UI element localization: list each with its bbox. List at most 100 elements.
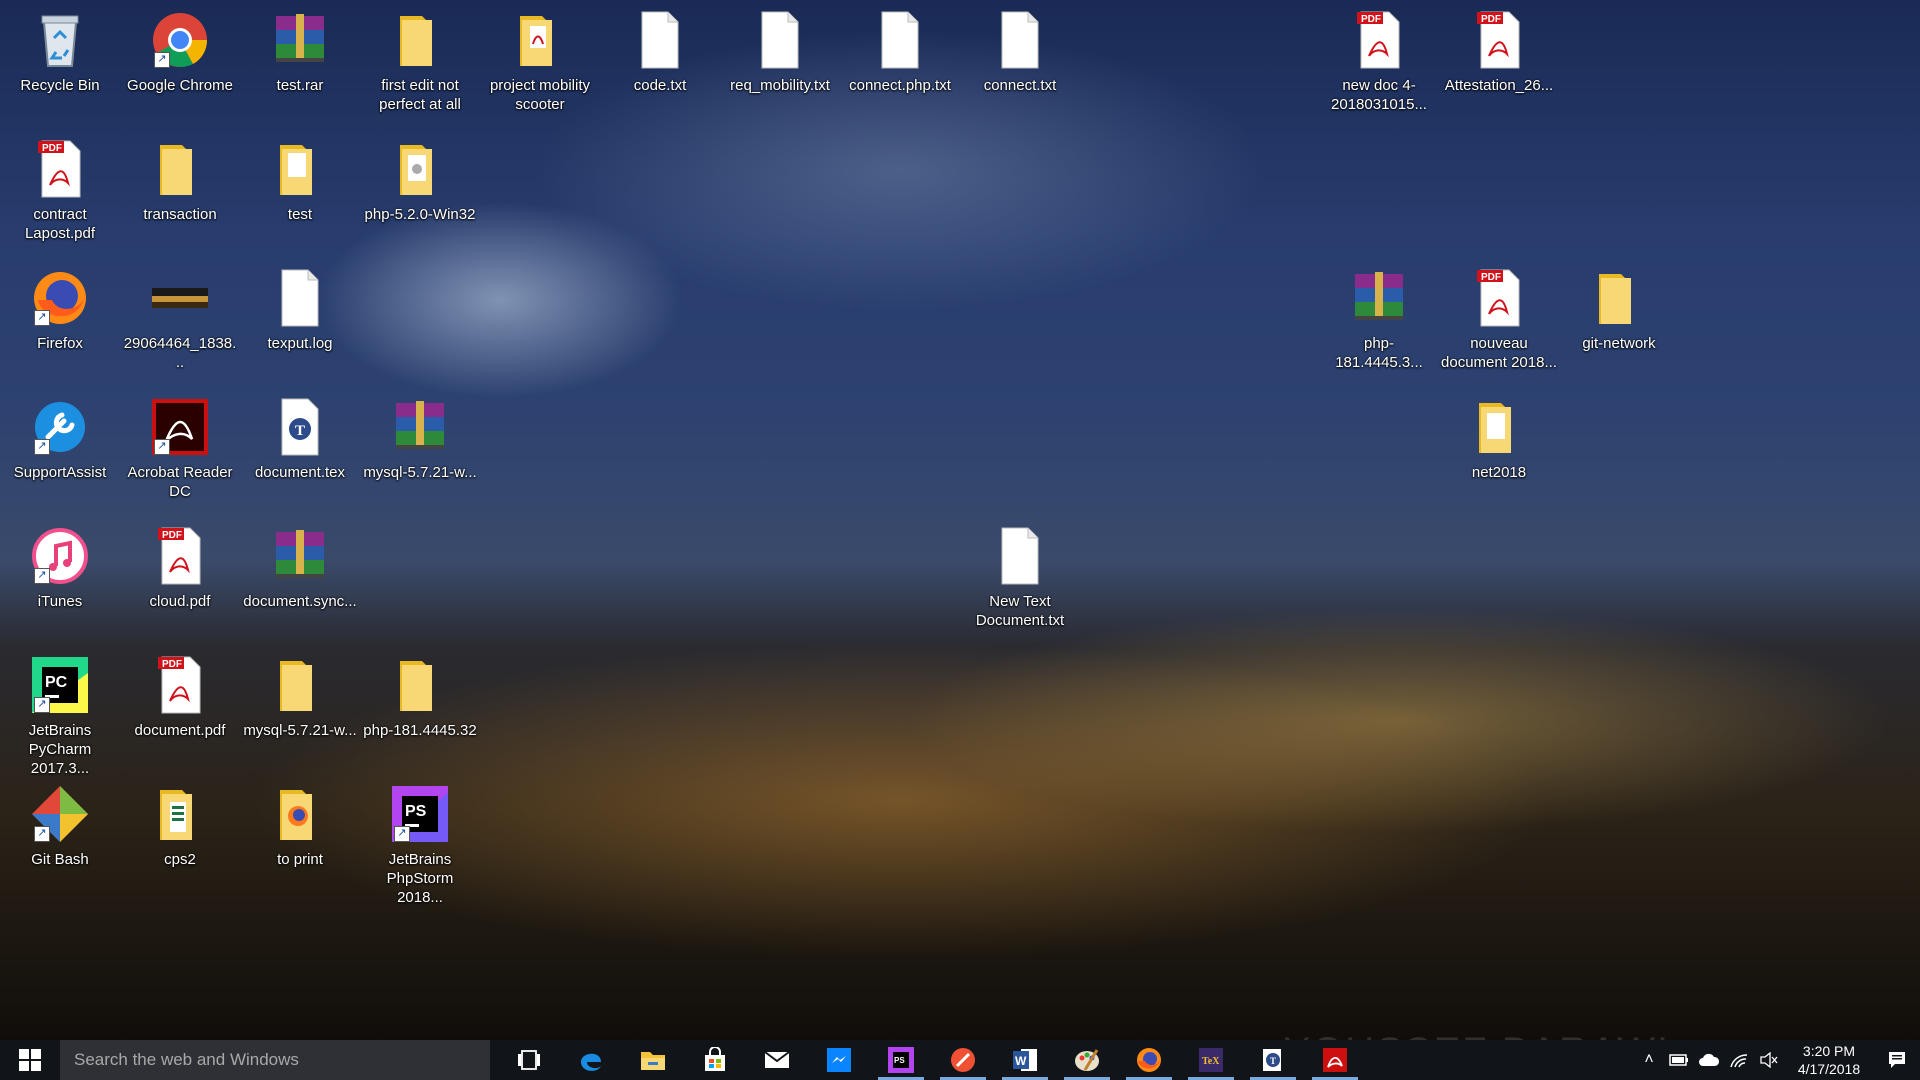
rar-archive-icon [388, 395, 452, 459]
folder-icon [388, 8, 452, 72]
code-txt-file[interactable]: code.txt [602, 8, 718, 95]
taskbar-file-explorer[interactable] [622, 1040, 684, 1080]
text-file-icon [868, 8, 932, 72]
folder-icon [1467, 395, 1531, 459]
document-pdf-file[interactable]: PDF document.pdf [122, 653, 238, 740]
recycle-bin-icon [28, 8, 92, 72]
folder-icon [268, 782, 332, 846]
acrobat-icon: ↗ [148, 395, 212, 459]
project-mobility-folder[interactable]: project mobility scooter [482, 8, 598, 114]
new-doc-pdf-file[interactable]: PDF new doc 4-2018031015... [1321, 8, 1437, 114]
acrobat-label: Acrobat Reader DC [127, 464, 233, 500]
image-label: 29064464_1838... [123, 335, 237, 371]
task-view-button[interactable] [498, 1040, 560, 1080]
php520-folder[interactable]: php-5.2.0-Win32 [362, 137, 478, 224]
mysql-rar-file[interactable]: mysql-5.7.21-w... [362, 395, 478, 482]
itunes-shortcut[interactable]: ↗ iTunes [2, 524, 118, 611]
google-chrome-shortcut[interactable]: ↗ Google Chrome [122, 8, 238, 95]
transaction-folder[interactable]: transaction [122, 137, 238, 224]
mysql-folder-label: mysql-5.7.21-w... [243, 722, 357, 739]
supportassist-label: SupportAssist [13, 464, 107, 481]
messenger-icon [827, 1048, 851, 1072]
contract-pdf-file[interactable]: PDF contract Lapost.pdf [2, 137, 118, 243]
git-network-folder[interactable]: git-network [1561, 266, 1677, 353]
rar-archive-icon [268, 524, 332, 588]
taskbar-paint[interactable] [1056, 1040, 1118, 1080]
svg-text:PDF: PDF [1361, 14, 1381, 25]
taskbar-edge[interactable] [560, 1040, 622, 1080]
start-button[interactable] [0, 1040, 60, 1080]
show-hidden-icons-button[interactable]: ˄ [1634, 1040, 1664, 1080]
pdf-icon: PDF [1467, 8, 1531, 72]
code-txt-label: code.txt [633, 77, 687, 94]
taskbar-firefox[interactable] [1118, 1040, 1180, 1080]
taskbar-acrobat[interactable] [1304, 1040, 1366, 1080]
taskbar-word[interactable]: W [994, 1040, 1056, 1080]
battery-button[interactable] [1664, 1040, 1694, 1080]
clock[interactable]: 3:20 PM 4/17/2018 [1784, 1042, 1874, 1078]
search-box[interactable]: Search the web and Windows [60, 1040, 490, 1080]
folder-icon [388, 137, 452, 201]
chevron-up-icon: ˄ [1644, 1051, 1654, 1068]
volume-muted-icon [1760, 1052, 1778, 1068]
network-button[interactable] [1724, 1040, 1754, 1080]
recycle-bin-label: Recycle Bin [20, 77, 100, 94]
phpstorm-shortcut[interactable]: PS ↗ JetBrains PhpStorm 2018... [362, 782, 478, 907]
test-folder[interactable]: test [242, 137, 358, 224]
firefox-shortcut[interactable]: ↗ Firefox [2, 266, 118, 353]
taskbar-messenger[interactable] [808, 1040, 870, 1080]
document-sync-label: document.sync... [243, 593, 357, 610]
text-file-icon [628, 8, 692, 72]
taskbar-store[interactable] [684, 1040, 746, 1080]
test-label: test [287, 206, 313, 223]
taskbar-tex[interactable]: TeX [1180, 1040, 1242, 1080]
mysql-folder[interactable]: mysql-5.7.21-w... [242, 653, 358, 740]
php181-folder[interactable]: php-181.4445.32 [362, 653, 478, 740]
firefox-icon: ↗ [28, 266, 92, 330]
rar-archive-icon [268, 8, 332, 72]
document-tex-file[interactable]: T document.tex [242, 395, 358, 482]
pdf-icon: PDF [148, 524, 212, 588]
pycharm-shortcut[interactable]: PC ↗ JetBrains PyCharm 2017.3... [2, 653, 118, 778]
svg-text:PS: PS [894, 1056, 905, 1065]
req-mobility-file[interactable]: req_mobility.txt [722, 8, 838, 95]
first-edit-folder[interactable]: first edit not perfect at all [362, 8, 478, 114]
svg-text:W: W [1015, 1054, 1027, 1068]
nouveau-document-pdf-file[interactable]: PDF nouveau document 2018... [1441, 266, 1557, 372]
new-text-document-file[interactable]: New Text Document.txt [962, 524, 1078, 630]
texput-log-file[interactable]: texput.log [242, 266, 358, 353]
taskbar-mail[interactable] [746, 1040, 808, 1080]
image-file[interactable]: 29064464_1838... [122, 266, 238, 372]
excel-folder-icon [148, 782, 212, 846]
document-sync-file[interactable]: document.sync... [242, 524, 358, 611]
volume-button[interactable] [1754, 1040, 1784, 1080]
taskbar-git[interactable] [932, 1040, 994, 1080]
php181-rar-file[interactable]: php-181.4445.3... [1321, 266, 1437, 372]
first-edit-label: first edit not perfect at all [379, 77, 461, 113]
attestation-pdf-file[interactable]: PDF Attestation_26... [1441, 8, 1557, 95]
git-icon [951, 1048, 975, 1072]
system-tray: ˄ 3:20 PM 4/17/2018 [1634, 1040, 1920, 1080]
desktop: Recycle Bin PDF contract Lapost.pdf ↗ Fi… [0, 0, 1920, 1040]
cps2-file[interactable]: cps2 [122, 782, 238, 869]
taskbar-phpstorm[interactable]: PS [870, 1040, 932, 1080]
net2018-folder[interactable]: net2018 [1441, 395, 1557, 482]
taskbar-texworks[interactable]: T [1242, 1040, 1304, 1080]
new-doc-label: new doc 4-2018031015... [1331, 77, 1427, 113]
folder-icon [268, 653, 332, 717]
git-bash-shortcut[interactable]: ↗ Git Bash [2, 782, 118, 869]
to-print-folder[interactable]: to print [242, 782, 358, 869]
document-tex-label: document.tex [254, 464, 346, 481]
recycle-bin-icon[interactable]: Recycle Bin [2, 8, 118, 95]
pdf-icon: PDF [1347, 8, 1411, 72]
action-center-button[interactable] [1874, 1051, 1920, 1069]
connect-php-file[interactable]: connect.php.txt [842, 8, 958, 95]
cloud-pdf-file[interactable]: PDF cloud.pdf [122, 524, 238, 611]
acrobat-shortcut[interactable]: ↗ Acrobat Reader DC [122, 395, 238, 501]
pycharm-icon: PC ↗ [28, 653, 92, 717]
supportassist-shortcut[interactable]: ↗ SupportAssist [2, 395, 118, 482]
onedrive-button[interactable] [1694, 1040, 1724, 1080]
connect-txt-file[interactable]: connect.txt [962, 8, 1078, 95]
test-rar-file[interactable]: test.rar [242, 8, 358, 95]
rar-archive-icon [1347, 266, 1411, 330]
